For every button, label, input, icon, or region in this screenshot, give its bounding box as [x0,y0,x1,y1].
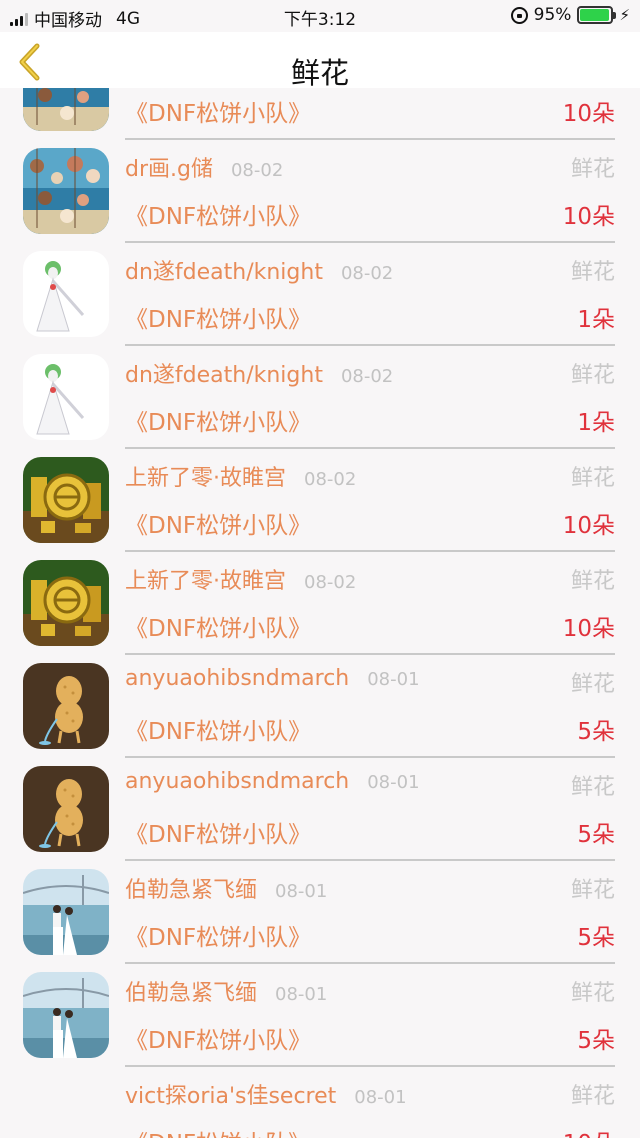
name-line: dn遂fdeath/knight 08-02 [125,357,393,389]
gift-date: 08-01 [367,772,420,793]
user-name[interactable]: vict探oria's佳secret [125,1078,336,1110]
list-item[interactable]: dr画.g储 08-02 鲜花 《DNF松饼小队》 10朵 [0,121,640,243]
gift-date: 08-02 [304,469,357,490]
gift-type: 鲜花 [570,775,615,800]
list-item[interactable]: vict探oria's佳secret 08-01 鲜花 《DNF松饼小队》 10… [0,1048,640,1138]
name-line: anyuaohibsndmarch 08-01 [125,769,420,794]
avatar-gardevoir [23,354,109,440]
gift-date: 08-02 [304,572,357,593]
battery-level [580,9,609,21]
gift-type: 鲜花 [570,157,615,182]
user-name[interactable]: 伯勒急紧飞缅 [125,975,257,1007]
gift-type: 鲜花 [570,878,615,903]
avatar-couple-bridge [23,869,109,955]
name-line: 上新了零·故睢宫 08-02 [125,460,356,492]
avatar-gardevoir [23,251,109,337]
navigation-bar: 鲜花 [0,32,640,90]
gift-type: 鲜花 [570,1084,615,1109]
gift-type: 鲜花 [570,672,615,697]
name-line: 伯勒急紧飞缅 08-01 [125,975,327,1007]
list-item[interactable]: 伯勒急紧飞缅 08-01 鲜花 《DNF松饼小队》 5朵 [0,842,640,964]
avatar-golden-ruins [23,457,109,543]
avatar-golden-ruins [23,560,109,646]
page-title: 鲜花 [290,56,349,90]
gift-type: 鲜花 [570,466,615,491]
battery-percent: 95% [533,5,572,25]
list-item[interactable]: 伯勒急紧飞缅 08-01 鲜花 《DNF松饼小队》 5朵 [0,945,640,1067]
user-name[interactable]: 上新了零·故睢宫 [125,563,286,595]
avatar-peanut [23,663,109,749]
list-item[interactable]: 上新了零·故睢宫 08-02 鲜花 《DNF松饼小队》 10朵 [0,430,640,552]
list-item[interactable]: dn遂fdeath/knight 08-02 鲜花 《DNF松饼小队》 1朵 [0,327,640,449]
user-name[interactable]: 伯勒急紧飞缅 [125,872,257,904]
gift-type: 鲜花 [570,981,615,1006]
avatar-shells [23,148,109,234]
name-line: dn遂fdeath/knight 08-02 [125,254,393,286]
avatar-peanut [23,766,109,852]
gift-date: 08-01 [367,669,420,690]
gift-type: 鲜花 [570,569,615,594]
user-name[interactable]: dr画.g储 [125,151,213,183]
list-item[interactable]: dn遂fdeath/knight 08-02 鲜花 《DNF松饼小队》 1朵 [0,224,640,346]
user-name[interactable]: anyuaohibsndmarch [125,666,349,691]
charging-bolt-icon: ⚡ [619,6,630,24]
avatar-couple-bridge [23,972,109,1058]
team-name: 《DNF松饼小队》 [125,1124,311,1138]
battery-icon [577,6,617,24]
status-right: 95% ⚡ [510,5,630,25]
gift-date: 08-02 [340,263,394,284]
orientation-lock-icon [510,6,528,24]
gift-date: 08-01 [354,1087,407,1108]
gift-date: 08-01 [275,984,328,1005]
list-item[interactable]: 上新了零·故睢宫 08-02 鲜花 《DNF松饼小队》 10朵 [0,533,640,655]
gift-date: 08-02 [230,160,284,181]
gift-date: 08-02 [340,366,394,387]
user-name[interactable]: dn遂fdeath/knight [125,254,323,286]
name-line: 上新了零·故睢宫 08-02 [125,563,356,595]
list-item[interactable]: anyuaohibsndmarch 08-01 鲜花 《DNF松饼小队》 5朵 [0,739,640,861]
name-line: anyuaohibsndmarch 08-01 [125,666,420,691]
flower-record-list[interactable]: 《DNF松饼小队》 10朵 dr画.g储 08-02 鲜花 《DNF松饼小队》 … [0,88,640,1138]
name-line: vict探oria's佳secret 08-01 [125,1078,407,1110]
status-bar: 中国移动 4G 下午3:12 95% ⚡ [0,0,640,32]
flower-quantity: 10朵 [563,1124,615,1138]
gift-type: 鲜花 [570,363,615,388]
list-item[interactable]: 《DNF松饼小队》 10朵 [0,88,640,140]
avatar-none [23,1075,109,1138]
user-name[interactable]: dn遂fdeath/knight [125,357,323,389]
user-name[interactable]: anyuaohibsndmarch [125,769,349,794]
name-line: dr画.g储 08-02 [125,151,283,183]
user-name[interactable]: 上新了零·故睢宫 [125,460,286,492]
list-item[interactable]: anyuaohibsndmarch 08-01 鲜花 《DNF松饼小队》 5朵 [0,636,640,758]
name-line: 伯勒急紧飞缅 08-01 [125,872,327,904]
gift-type: 鲜花 [570,260,615,285]
gift-date: 08-01 [275,881,328,902]
